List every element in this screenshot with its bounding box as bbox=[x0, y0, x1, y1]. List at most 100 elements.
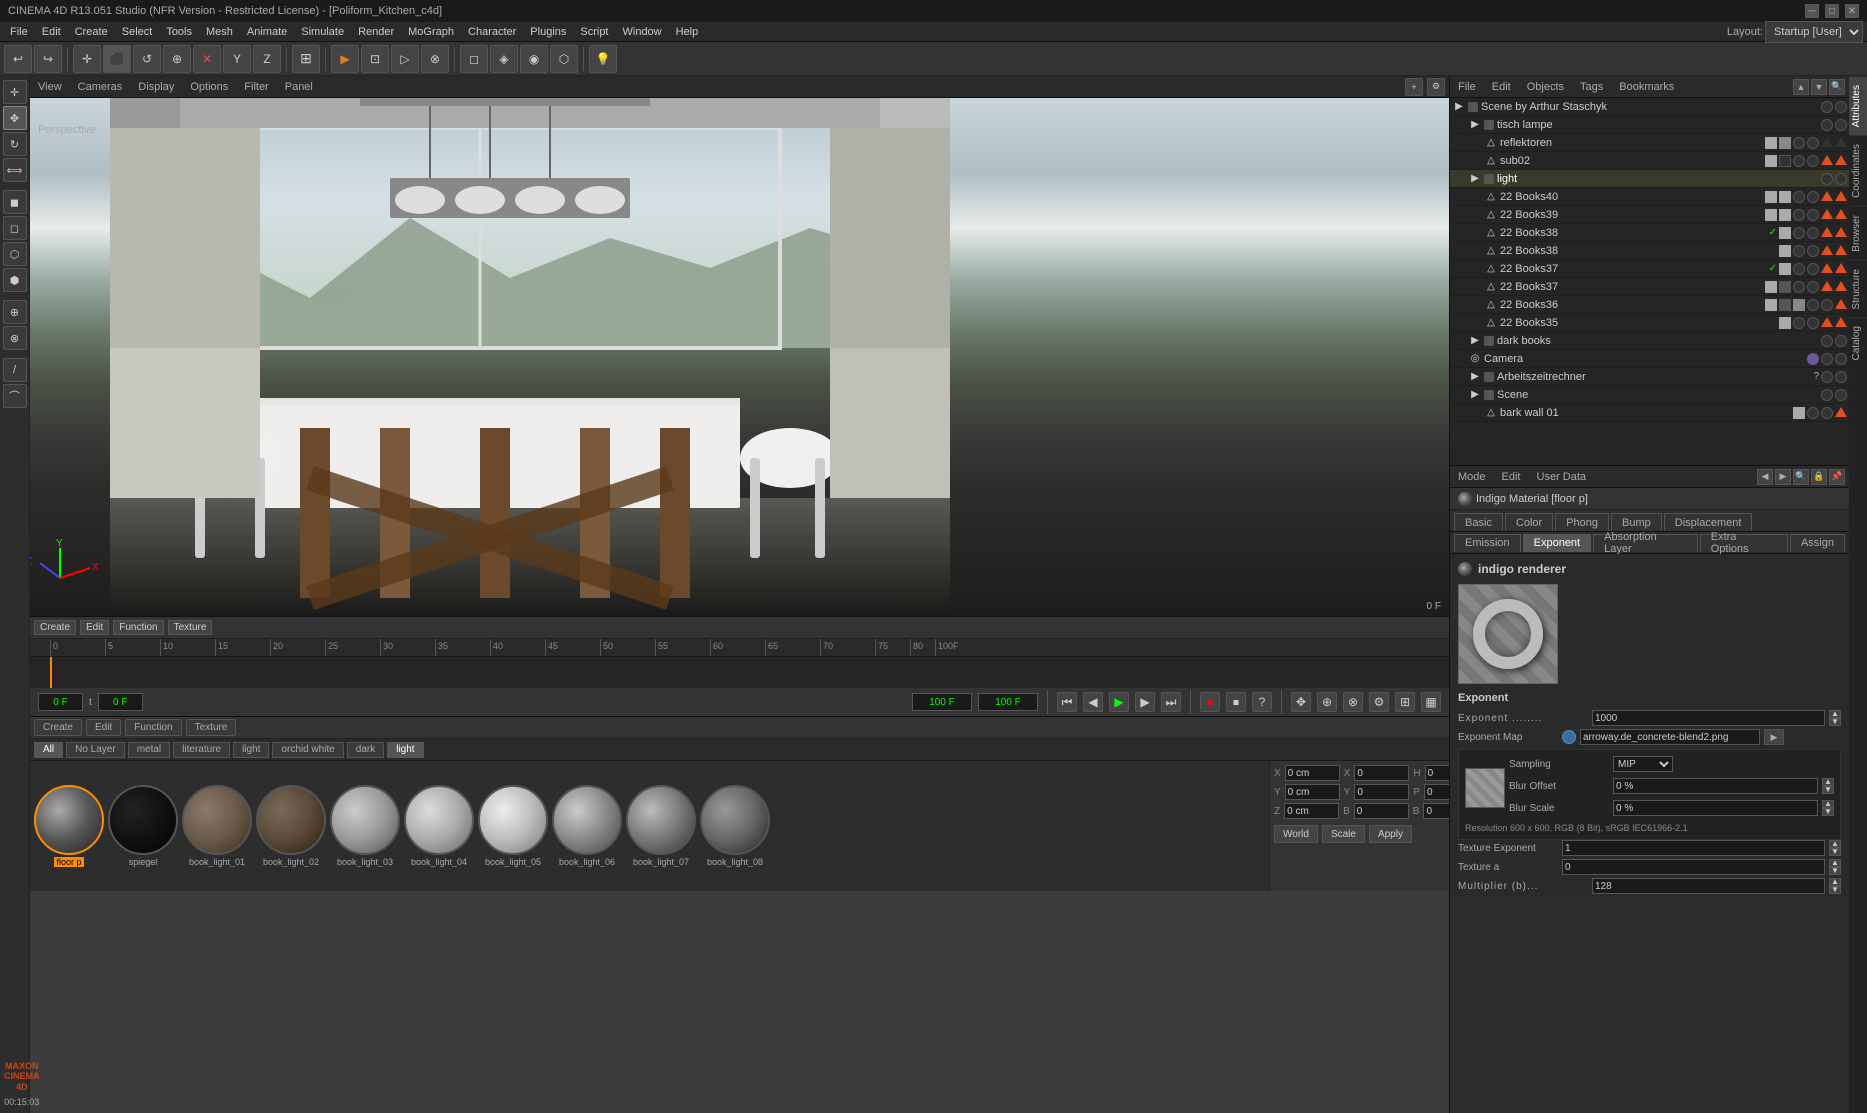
vis-dot[interactable] bbox=[1821, 335, 1833, 347]
render-region-btn[interactable]: ⊡ bbox=[361, 45, 389, 73]
mat-sphere-book-light-01[interactable] bbox=[182, 785, 252, 855]
filter-orchid-white[interactable]: orchid white bbox=[272, 742, 343, 758]
vis-dot[interactable] bbox=[1793, 281, 1805, 293]
md3[interactable] bbox=[1793, 299, 1805, 311]
om-row-tisch-lampe[interactable]: ▶ tisch lampe bbox=[1450, 116, 1849, 134]
mat-item-floor-p[interactable]: floor p bbox=[34, 785, 104, 867]
menu-create[interactable]: Create bbox=[69, 24, 114, 40]
vis-dot[interactable] bbox=[1793, 263, 1805, 275]
mat-item-book-light-03[interactable]: book_light_03 bbox=[330, 785, 400, 867]
vt-options[interactable]: Options bbox=[186, 81, 232, 93]
vis-dot[interactable] bbox=[1807, 299, 1819, 311]
menu-mograph[interactable]: MoGraph bbox=[402, 24, 460, 40]
mat-item-book-light-04[interactable]: book_light_04 bbox=[404, 785, 474, 867]
z-rotation[interactable] bbox=[1354, 803, 1409, 819]
move-tool[interactable]: ✥ bbox=[3, 106, 27, 130]
filter-light2[interactable]: light bbox=[387, 742, 423, 758]
cam-tag-dot[interactable] bbox=[1807, 353, 1819, 365]
om-row-books38a[interactable]: △ 22 Books38 ✓ bbox=[1450, 224, 1849, 242]
blur-scale-input[interactable] bbox=[1613, 800, 1818, 816]
mult-input[interactable] bbox=[1592, 878, 1825, 894]
render-dot[interactable] bbox=[1835, 101, 1847, 113]
filter-light[interactable]: light bbox=[233, 742, 269, 758]
new-object-button[interactable]: ✛ bbox=[73, 45, 101, 73]
apply-button[interactable]: Apply bbox=[1369, 825, 1412, 843]
exponent-value-input[interactable]: 1000 bbox=[1592, 710, 1825, 726]
display-btn2[interactable]: ◈ bbox=[490, 45, 518, 73]
render-dot[interactable] bbox=[1821, 407, 1833, 419]
undo-button[interactable]: ↩ bbox=[4, 45, 32, 73]
vp-settings-btn[interactable]: ⚙ bbox=[1427, 78, 1445, 96]
om-row-books39[interactable]: △ 22 Books39 bbox=[1450, 206, 1849, 224]
mat-dot-ref[interactable] bbox=[1765, 137, 1777, 149]
mat-item-book-light-01[interactable]: book_light_01 bbox=[182, 785, 252, 867]
vis-dot[interactable] bbox=[1793, 317, 1805, 329]
vis-dot[interactable] bbox=[1807, 407, 1819, 419]
menu-mesh[interactable]: Mesh bbox=[200, 24, 239, 40]
close-button[interactable]: ✕ bbox=[1845, 4, 1859, 18]
autokey-btn[interactable]: ⚙ bbox=[1369, 692, 1389, 712]
mat-dot-sub[interactable] bbox=[1765, 155, 1777, 167]
te-down[interactable]: ▼ bbox=[1829, 848, 1841, 856]
vt-view[interactable]: View bbox=[34, 81, 66, 93]
vis-dot[interactable] bbox=[1793, 245, 1805, 257]
om-row-camera[interactable]: ◎ Camera bbox=[1450, 350, 1849, 368]
render-all-btn[interactable]: ⊗ bbox=[421, 45, 449, 73]
y-position[interactable] bbox=[1285, 784, 1340, 800]
render-dot[interactable] bbox=[1807, 191, 1819, 203]
grid-button[interactable]: ⊞ bbox=[292, 45, 320, 73]
z-position[interactable] bbox=[1284, 803, 1339, 819]
tab-assign[interactable]: Assign bbox=[1790, 534, 1845, 552]
exponent-map-circle[interactable] bbox=[1562, 730, 1576, 744]
md1[interactable] bbox=[1793, 407, 1805, 419]
select-tool[interactable]: ✛ bbox=[3, 80, 27, 104]
filter-dark[interactable]: dark bbox=[347, 742, 384, 758]
mat-dot-sub2[interactable] bbox=[1779, 155, 1791, 167]
h-val[interactable] bbox=[1425, 765, 1449, 781]
rotate-button[interactable]: ↺ bbox=[133, 45, 161, 73]
vt-display[interactable]: Display bbox=[134, 81, 178, 93]
am-pin-btn[interactable]: 📌 bbox=[1829, 469, 1845, 485]
mat-sphere-book-light-02[interactable] bbox=[256, 785, 326, 855]
md1[interactable] bbox=[1765, 281, 1777, 293]
mat-item-book-light-05[interactable]: book_light_05 bbox=[478, 785, 548, 867]
render-dot[interactable] bbox=[1835, 389, 1847, 401]
tab-extra-options[interactable]: Extra Options bbox=[1700, 534, 1788, 552]
snap-btn[interactable]: ⊕ bbox=[3, 300, 27, 324]
prev-frame-btn[interactable]: ◀ bbox=[1083, 692, 1103, 712]
om-scroll-down[interactable]: ▼ bbox=[1811, 79, 1827, 95]
menu-edit[interactable]: Edit bbox=[36, 24, 67, 40]
render-active-btn[interactable]: ▷ bbox=[391, 45, 419, 73]
blur-offset-input[interactable] bbox=[1613, 778, 1818, 794]
z-button[interactable]: Z bbox=[253, 45, 281, 73]
scene-mode[interactable]: ⬡ bbox=[3, 242, 27, 266]
tex-exp-input[interactable] bbox=[1562, 840, 1825, 856]
fps-input[interactable] bbox=[978, 693, 1038, 711]
vis-dot[interactable] bbox=[1821, 353, 1833, 365]
mat-sphere-book-light-07[interactable] bbox=[626, 785, 696, 855]
om-bookmarks[interactable]: Bookmarks bbox=[1615, 81, 1678, 93]
tab-color[interactable]: Color bbox=[1505, 513, 1553, 531]
menu-simulate[interactable]: Simulate bbox=[295, 24, 350, 40]
om-row-scene[interactable]: ▶ Scene bbox=[1450, 386, 1849, 404]
tl-function[interactable]: Function bbox=[113, 620, 163, 635]
vp-expand-btn[interactable]: + bbox=[1405, 78, 1423, 96]
y-button[interactable]: Y bbox=[223, 45, 251, 73]
md1[interactable] bbox=[1779, 317, 1791, 329]
object-mode[interactable]: ◻ bbox=[3, 216, 27, 240]
vt-cameras[interactable]: Cameras bbox=[74, 81, 127, 93]
am-back-btn[interactable]: ◀ bbox=[1757, 469, 1773, 485]
current-frame-input2[interactable] bbox=[98, 693, 143, 711]
mat-dot-ref2[interactable] bbox=[1779, 137, 1791, 149]
light-btn[interactable]: 💡 bbox=[589, 45, 617, 73]
vis-dot[interactable] bbox=[1793, 155, 1805, 167]
om-row-books35[interactable]: △ 22 Books35 bbox=[1450, 314, 1849, 332]
next-frame-btn[interactable]: ▶ bbox=[1135, 692, 1155, 712]
om-row-books38b[interactable]: △ 22 Books38 bbox=[1450, 242, 1849, 260]
menu-help[interactable]: Help bbox=[670, 24, 705, 40]
rewind-to-start-btn[interactable]: ⏮ bbox=[1057, 692, 1077, 712]
tab-basic[interactable]: Basic bbox=[1454, 513, 1503, 531]
y-rotation[interactable] bbox=[1354, 784, 1409, 800]
play-btn[interactable]: ▶ bbox=[1109, 692, 1129, 712]
md1[interactable] bbox=[1765, 209, 1777, 221]
